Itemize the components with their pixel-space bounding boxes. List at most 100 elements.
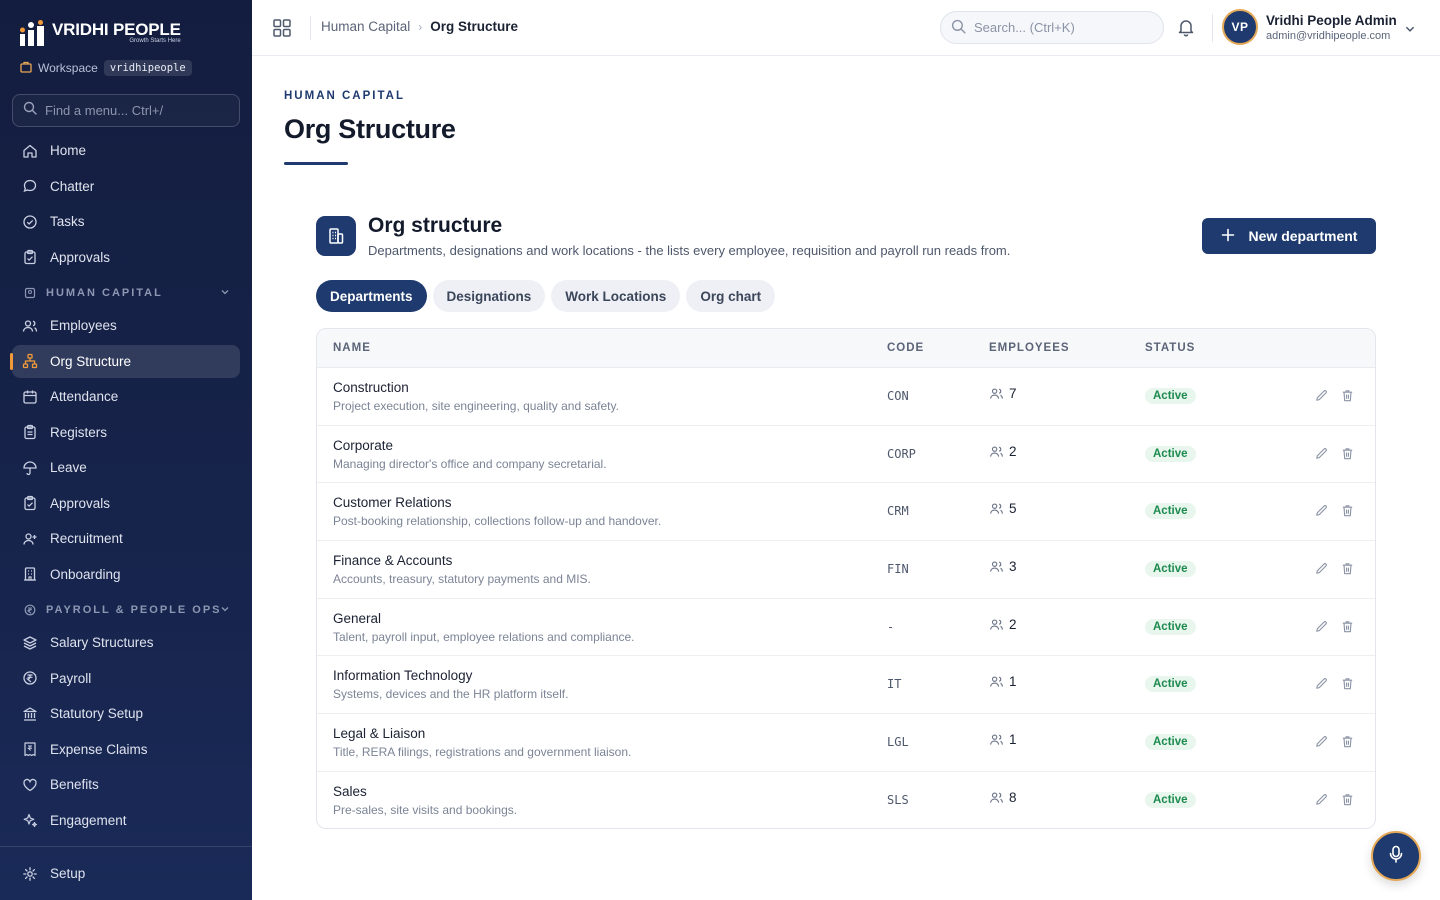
global-search-placeholder: Search... (Ctrl+K) [974,20,1075,35]
page-title: Org Structure [284,114,456,144]
trash-icon[interactable] [1340,619,1355,634]
column-header-status[interactable]: STATUS [1145,342,1195,354]
department-name[interactable]: Corporate [333,438,393,453]
sidebar-item-engagement[interactable]: Engagement [12,804,240,837]
status-badge: Active [1145,503,1196,520]
edit-icon[interactable] [1314,446,1329,461]
column-header-code[interactable]: CODE [887,342,924,354]
department-name[interactable]: Sales [333,784,367,799]
clipboard-icon [22,249,38,265]
user-name: Vridhi People Admin [1266,12,1397,28]
table-row[interactable]: Information Technology Systems, devices a… [317,656,1375,715]
sidebar-item-benefits[interactable]: Benefits [12,768,240,801]
edit-icon[interactable] [1314,676,1329,691]
trash-icon[interactable] [1340,734,1355,749]
sidebar-item-recruitment[interactable]: Recruitment [12,522,240,555]
column-header-employees[interactable]: EMPLOYEES [989,342,1070,354]
employee-count: 3 [989,559,1017,574]
sidebar-item-statutory-setup[interactable]: Statutory Setup [12,697,240,730]
trash-icon[interactable] [1340,792,1355,807]
menu-search-input[interactable]: Find a menu... Ctrl+/ [12,94,240,127]
sidebar-item-home[interactable]: Home [12,134,240,167]
sidebar-item-approvals-hc[interactable]: Approvals [12,487,240,520]
tab-designations[interactable]: Designations [432,280,546,312]
edit-icon[interactable] [1314,792,1329,807]
department-name[interactable]: Construction [333,380,409,395]
sidebar-item-label: Registers [50,424,108,440]
sidebar-item-salary-structures[interactable]: Salary Structures [12,626,240,659]
edit-icon[interactable] [1314,503,1329,518]
apps-grid-icon[interactable] [272,18,292,38]
sidebar-item-employees[interactable]: Employees [12,309,240,342]
sidebar-item-label: Org Structure [50,353,132,369]
sidebar-item-tasks[interactable]: Tasks [12,205,240,238]
table-row[interactable]: Customer Relations Post-booking relations… [317,483,1375,542]
trash-icon[interactable] [1340,388,1355,403]
sidebar-item-leave[interactable]: Leave [12,451,240,484]
sidebar-item-setup[interactable]: Setup [12,857,240,890]
table-row[interactable]: Finance & Accounts Accounts, treasury, st… [317,541,1375,599]
section-payroll-people-ops[interactable]: PAYROLL & PEOPLE OPS [12,593,240,626]
edit-icon[interactable] [1314,561,1329,576]
employee-count: 2 [989,444,1017,459]
sidebar-item-attendance[interactable]: Attendance [12,380,240,413]
trash-icon[interactable] [1340,503,1355,518]
global-search-input[interactable]: Search... (Ctrl+K) [940,11,1164,44]
department-name[interactable]: Information Technology [333,668,472,683]
edit-icon[interactable] [1314,619,1329,634]
gear-icon [22,866,38,882]
sidebar-item-org-structure[interactable]: Org Structure [10,344,240,378]
home-icon [22,143,38,159]
users-icon [989,444,1004,459]
table-row[interactable]: Legal & Liaison Title, RERA filings, regi… [317,714,1375,772]
workspace-icon [20,61,32,76]
section-human-capital[interactable]: HUMAN CAPITAL [12,276,240,309]
department-name[interactable]: Legal & Liaison [333,726,425,741]
department-name[interactable]: Finance & Accounts [333,553,452,568]
bell-icon[interactable] [1176,17,1196,37]
sidebar-item-label: Employees [50,318,117,333]
new-department-button[interactable]: New department [1202,218,1376,254]
clipboard-icon [22,495,38,511]
trash-icon[interactable] [1340,561,1355,576]
department-name[interactable]: Customer Relations [333,495,452,510]
clipboard-icon [22,424,38,440]
edit-icon[interactable] [1314,734,1329,749]
table-row[interactable]: Corporate Managing director's office and … [317,426,1375,484]
sidebar-item-approvals[interactable]: Approvals [12,241,240,274]
employee-count-value: 7 [1009,386,1017,401]
sidebar-item-registers[interactable]: Registers [12,416,240,449]
trash-icon[interactable] [1340,676,1355,691]
sidebar-item-label: Onboarding [50,566,121,582]
sidebar-item-expense-claims[interactable]: Expense Claims [12,733,240,766]
voice-assistant-button[interactable] [1371,831,1421,881]
sidebar-item-label: Tasks [50,214,85,229]
tab-org-chart[interactable]: Org chart [686,280,776,312]
status-badge: Active [1145,734,1196,751]
table-row[interactable]: General Talent, payroll input, employee r… [317,599,1375,657]
sidebar-item-onboarding[interactable]: Onboarding [12,558,240,591]
new-department-label: New department [1248,228,1358,244]
trash-icon[interactable] [1340,446,1355,461]
microphone-icon [1386,844,1406,869]
department-description: Title, RERA filings, registrations and g… [333,745,632,760]
sidebar-item-payroll[interactable]: Payroll [12,662,240,695]
brand-logo[interactable]: VRIDHI PEOPLE Growth Starts Here [20,20,181,48]
column-header-name[interactable]: NAME [333,342,371,354]
breadcrumb-human-capital[interactable]: Human Capital [321,19,410,34]
logo-icon [20,20,48,48]
status-badge: Active [1145,561,1196,578]
table-row[interactable]: Sales Pre-sales, site visits and bookings… [317,772,1375,828]
tab-work-locations[interactable]: Work Locations [551,280,681,312]
org-icon [22,353,38,369]
sidebar: VRIDHI PEOPLE Growth Starts Here Workspa… [0,0,252,900]
sidebar-item-label: Home [50,143,87,158]
department-description: Managing director's office and company s… [333,456,607,471]
edit-icon[interactable] [1314,388,1329,403]
sidebar-item-chatter[interactable]: Chatter [12,170,240,203]
tab-departments[interactable]: Departments [316,280,427,312]
table-row[interactable]: Construction Project execution, site engi… [317,368,1375,426]
user-menu[interactable]: VP Vridhi People Admin admin@vridhipeopl… [1222,9,1415,45]
sidebar-item-label: Approvals [50,495,111,511]
department-name[interactable]: General [333,611,381,626]
